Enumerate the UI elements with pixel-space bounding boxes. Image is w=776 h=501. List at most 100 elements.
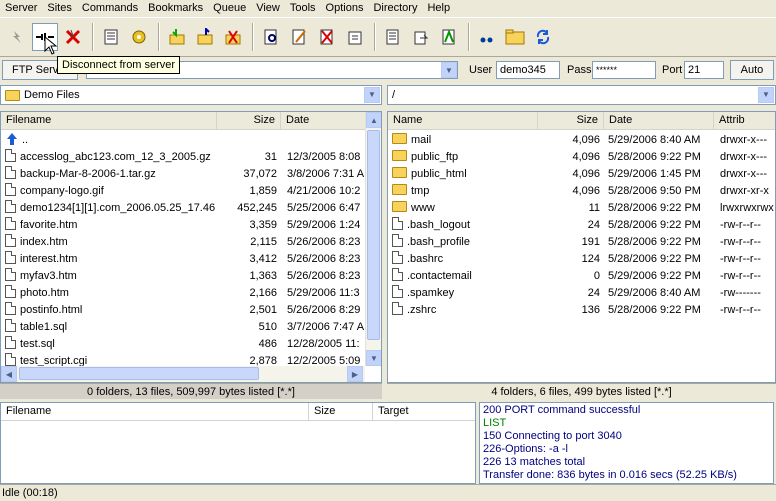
queue-header-size[interactable]: Size (309, 403, 373, 421)
local-file-date-text: 5/26/2006 8:23 (287, 236, 361, 248)
user-input[interactable]: demo345 (496, 61, 560, 79)
menu-directory[interactable]: Directory (368, 0, 422, 16)
local-vertical-scrollbar[interactable]: ▲ ▼ (365, 112, 381, 366)
local-path-combobox[interactable]: Demo Files ▼ (0, 85, 382, 105)
menu-tools[interactable]: Tools (285, 0, 321, 16)
remote-file-name-text: .zshrc (407, 304, 437, 316)
log-panel[interactable]: 200 PORT command successful LIST 150 Conne… (479, 402, 774, 484)
local-file-name: backup-Mar-8-2006-1.tar.gz (5, 166, 217, 183)
local-header-size[interactable]: Size (217, 112, 281, 130)
settings-button[interactable] (126, 23, 152, 51)
remote-file-row[interactable]: .bash_profile 191 5/28/2006 9:22 PM -rw-r--… (388, 234, 775, 251)
remote-header-date[interactable]: Date (604, 112, 714, 130)
auto-button[interactable]: Auto (730, 60, 774, 80)
local-file-size: 2,115 (217, 234, 277, 251)
quick-connect-button[interactable] (474, 23, 500, 51)
local-file-row[interactable]: favorite.htm 3,359 5/29/2006 1:24 (1, 217, 365, 234)
local-file-row[interactable]: interest.htm 3,412 5/26/2006 8:23 (1, 251, 365, 268)
remote-file-list[interactable]: Name Size Date Attrib mail 4,096 5/29/2006… (387, 111, 776, 383)
remote-file-row[interactable]: mail 4,096 5/29/2006 8:40 AM drwxr-x--- (388, 132, 775, 149)
compare-button[interactable] (436, 23, 462, 51)
status-bar: Idle (00:18) (0, 484, 776, 500)
local-file-row[interactable]: index.htm 2,115 5/26/2006 8:23 (1, 234, 365, 251)
menu-options[interactable]: Options (321, 0, 369, 16)
upload-button[interactable] (192, 23, 218, 51)
remote-file-row[interactable]: tmp 4,096 5/28/2006 9:50 PM drwxr-xr-x (388, 183, 775, 200)
abort-button[interactable] (60, 23, 86, 51)
remote-file-row[interactable]: public_html 4,096 5/29/2006 1:45 PM drwxr-x… (388, 166, 775, 183)
remote-header-size[interactable]: Size (538, 112, 604, 130)
local-file-row[interactable]: demo1234[1][1].com_2006.05.25_17.46 452,2… (1, 200, 365, 217)
log-lines: 200 PORT command successful LIST 150 Conne… (480, 403, 773, 482)
local-header-date[interactable]: Date (281, 112, 367, 130)
local-file-row[interactable]: table1.sql 510 3/7/2006 7:47 A (1, 319, 365, 336)
remote-file-size-text: 24 (587, 219, 600, 231)
delete-folder-button[interactable] (220, 23, 246, 51)
remote-file-row[interactable]: .bash_logout 24 5/28/2006 9:22 PM -rw-r--r-… (388, 217, 775, 234)
site-manager-button[interactable] (98, 23, 124, 51)
menu-sites[interactable]: Sites (42, 0, 76, 16)
local-file-date-text: 12/3/2005 8:08 (287, 151, 361, 163)
transfer-queue[interactable]: Filename Size Target (0, 402, 476, 484)
host-dropdown-icon[interactable]: ▼ (441, 62, 457, 78)
local-file-row[interactable]: myfav3.htm 1,363 5/26/2006 8:23 (1, 268, 365, 285)
remote-file-row[interactable]: .zshrc 136 5/28/2006 9:22 PM -rw-r--r-- (388, 302, 775, 319)
local-vscroll-thumb[interactable] (367, 130, 380, 340)
download-button[interactable] (164, 23, 190, 51)
port-input[interactable]: 21 (684, 61, 724, 79)
remote-file-name-text: public_ftp (411, 151, 459, 163)
remote-path-combobox[interactable]: / ▼ (387, 85, 776, 105)
open-folder-button[interactable] (502, 23, 528, 51)
queue-header-target[interactable]: Target (373, 403, 475, 421)
local-file-row[interactable]: test.sql 486 12/28/2005 11: (1, 336, 365, 353)
local-horizontal-scrollbar[interactable]: ◀ ▶ (1, 366, 365, 382)
local-file-list[interactable]: Filename Size Date .. accesslog_abc123.co… (0, 111, 382, 383)
local-file-row[interactable]: photo.htm 2,166 5/29/2006 11:3 (1, 285, 365, 302)
sync-button[interactable] (408, 23, 434, 51)
remote-file-date: 5/28/2006 9:50 PM (608, 183, 714, 200)
local-file-size-text: 3,359 (249, 219, 277, 231)
menu-help[interactable]: Help (422, 0, 455, 16)
local-file-row[interactable]: company-logo.gif 1,859 4/21/2006 10:2 (1, 183, 365, 200)
properties-icon (348, 31, 362, 45)
remote-file-row[interactable]: .contactemail 0 5/29/2006 9:22 PM -rw-r--r-… (388, 268, 775, 285)
scroll-down-icon[interactable]: ▼ (366, 350, 381, 366)
local-file-row[interactable]: backup-Mar-8-2006-1.tar.gz 37,072 3/8/2006… (1, 166, 365, 183)
parent-directory-row[interactable]: .. (5, 132, 28, 149)
menu-bookmarks[interactable]: Bookmarks (143, 0, 208, 16)
transfer-queue-button[interactable] (380, 23, 406, 51)
edit-button[interactable] (286, 23, 312, 51)
properties-button[interactable] (342, 23, 368, 51)
view-button[interactable] (258, 23, 284, 51)
remote-file-row[interactable]: .bashrc 124 5/28/2006 9:22 PM -rw-r--r-- (388, 251, 775, 268)
scroll-left-icon[interactable]: ◀ (1, 366, 17, 382)
scroll-up-icon[interactable]: ▲ (366, 112, 381, 128)
remote-file-name-text: public_html (411, 168, 467, 180)
local-file-row[interactable]: accesslog_abc123.com_12_3_2005.gz 31 12/3/… (1, 149, 365, 166)
remote-file-row[interactable]: public_ftp 4,096 5/28/2006 9:22 PM drwxr-x-… (388, 149, 775, 166)
remote-file-row[interactable]: www 11 5/28/2006 9:22 PM lrwxrwxrwx (388, 200, 775, 217)
remote-status: 4 folders, 6 files, 499 bytes listed [*.… (387, 383, 776, 399)
pass-input[interactable]: ****** (592, 61, 656, 79)
menu-queue[interactable]: Queue (208, 0, 251, 16)
delete-button[interactable] (314, 23, 340, 51)
remote-header-name[interactable]: Name (388, 112, 538, 130)
remote-header-attrib[interactable]: Attrib (714, 112, 775, 130)
connect-button[interactable] (4, 23, 30, 51)
scroll-right-icon[interactable]: ▶ (347, 366, 363, 382)
local-file-row[interactable]: postinfo.html 2,501 5/26/2006 8:29 (1, 302, 365, 319)
local-hscroll-thumb[interactable] (19, 367, 259, 380)
remote-file-row[interactable]: .spamkey 24 5/29/2006 8:40 AM -rw------- (388, 285, 775, 302)
remote-file-size: 136 (538, 302, 600, 319)
folder-icon (392, 167, 407, 178)
local-header-filename[interactable]: Filename (1, 112, 217, 130)
menu-commands[interactable]: Commands (77, 0, 143, 16)
queue-header-filename[interactable]: Filename (1, 403, 309, 421)
refresh-button[interactable] (530, 23, 556, 51)
local-file-size: 1,363 (217, 268, 277, 285)
menu-view[interactable]: View (251, 0, 285, 16)
remote-path-dropdown-icon[interactable]: ▼ (758, 87, 774, 103)
log-line: 150 Connecting to port 3040 (483, 430, 622, 442)
menu-server[interactable]: Server (0, 0, 42, 16)
local-path-dropdown-icon[interactable]: ▼ (364, 87, 380, 103)
